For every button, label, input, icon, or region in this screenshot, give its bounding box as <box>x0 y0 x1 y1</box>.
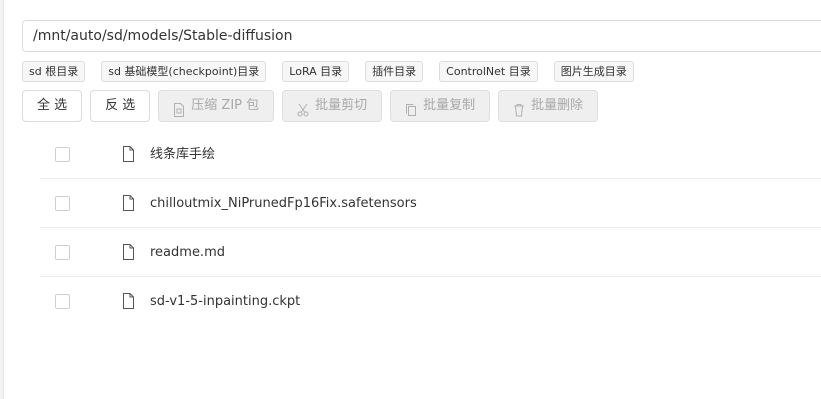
scissors-icon <box>297 99 309 117</box>
batch-cut-button[interactable]: 批量剪切 <box>282 90 383 122</box>
quick-dir-extensions[interactable]: 插件目录 <box>365 61 424 82</box>
toolbar: 全 选 反 选 压缩 ZIP 包 批量剪切 批量复制 批量删除 <box>22 90 606 122</box>
file-row[interactable]: sd-v1-5-inpainting.ckpt <box>40 277 821 326</box>
file-checkbox[interactable] <box>55 196 70 211</box>
file-icon <box>122 293 135 309</box>
file-name[interactable]: sd-v1-5-inpainting.ckpt <box>150 277 300 326</box>
batch-cut-label: 批量剪切 <box>315 98 368 113</box>
file-icon <box>122 195 135 211</box>
quick-dir-checkpoint[interactable]: sd 基础模型(checkpoint)目录 <box>101 61 267 82</box>
file-name[interactable]: chilloutmix_NiPrunedFp16Fix.safetensors <box>150 179 417 228</box>
batch-delete-label: 批量删除 <box>531 98 584 113</box>
zip-button[interactable]: 压缩 ZIP 包 <box>158 90 275 122</box>
file-row[interactable]: 线条库手绘 <box>40 130 821 179</box>
quick-dir-bar: sd 根目录 sd 基础模型(checkpoint)目录 LoRA 目录 插件目… <box>22 61 650 83</box>
invert-selection-button[interactable]: 反 选 <box>90 90 151 122</box>
file-icon <box>122 146 135 162</box>
file-row[interactable]: readme.md <box>40 228 821 277</box>
file-icon <box>122 244 135 260</box>
select-all-button[interactable]: 全 选 <box>22 90 83 122</box>
batch-copy-label: 批量复制 <box>423 98 476 113</box>
quick-dir-controlnet[interactable]: ControlNet 目录 <box>439 61 538 82</box>
quick-dir-lora[interactable]: LoRA 目录 <box>282 61 350 82</box>
select-all-label: 全 选 <box>37 98 68 113</box>
quick-dir-outputs[interactable]: 图片生成目录 <box>553 61 634 82</box>
quick-dir-sd-root[interactable]: sd 根目录 <box>22 61 86 82</box>
copy-icon <box>405 99 417 116</box>
file-name[interactable]: 线条库手绘 <box>150 130 215 179</box>
batch-copy-button[interactable]: 批量复制 <box>390 90 491 122</box>
file-checkbox[interactable] <box>55 294 70 309</box>
invert-selection-label: 反 选 <box>105 98 136 113</box>
path-input[interactable]: /mnt/auto/sd/models/Stable-diffusion <box>22 20 821 52</box>
zip-file-icon <box>173 99 185 117</box>
file-row[interactable]: chilloutmix_NiPrunedFp16Fix.safetensors <box>40 179 821 228</box>
trash-icon <box>513 99 525 117</box>
file-list: 线条库手绘 chilloutmix_NiPrunedFp16Fix.safete… <box>40 130 821 326</box>
zip-label: 压缩 ZIP 包 <box>191 98 260 113</box>
page: /mnt/auto/sd/models/Stable-diffusion sd … <box>0 0 821 399</box>
file-checkbox[interactable] <box>55 147 70 162</box>
file-name[interactable]: readme.md <box>150 228 225 277</box>
batch-delete-button[interactable]: 批量删除 <box>498 90 599 122</box>
file-checkbox[interactable] <box>55 245 70 260</box>
